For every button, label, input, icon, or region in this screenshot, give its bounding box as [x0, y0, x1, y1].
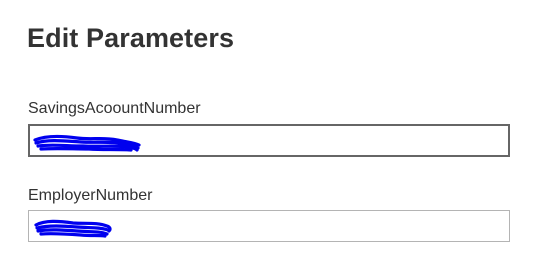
edit-parameters-dialog: Edit Parameters SavingsAcoountNumber Emp…	[0, 0, 541, 267]
employer-number-input[interactable]	[28, 210, 510, 242]
savings-account-number-input[interactable]	[28, 124, 510, 157]
savings-account-number-label: SavingsAcoountNumber	[28, 100, 201, 117]
dialog-title: Edit Parameters	[27, 23, 235, 53]
employer-number-label: EmployerNumber	[28, 187, 153, 204]
